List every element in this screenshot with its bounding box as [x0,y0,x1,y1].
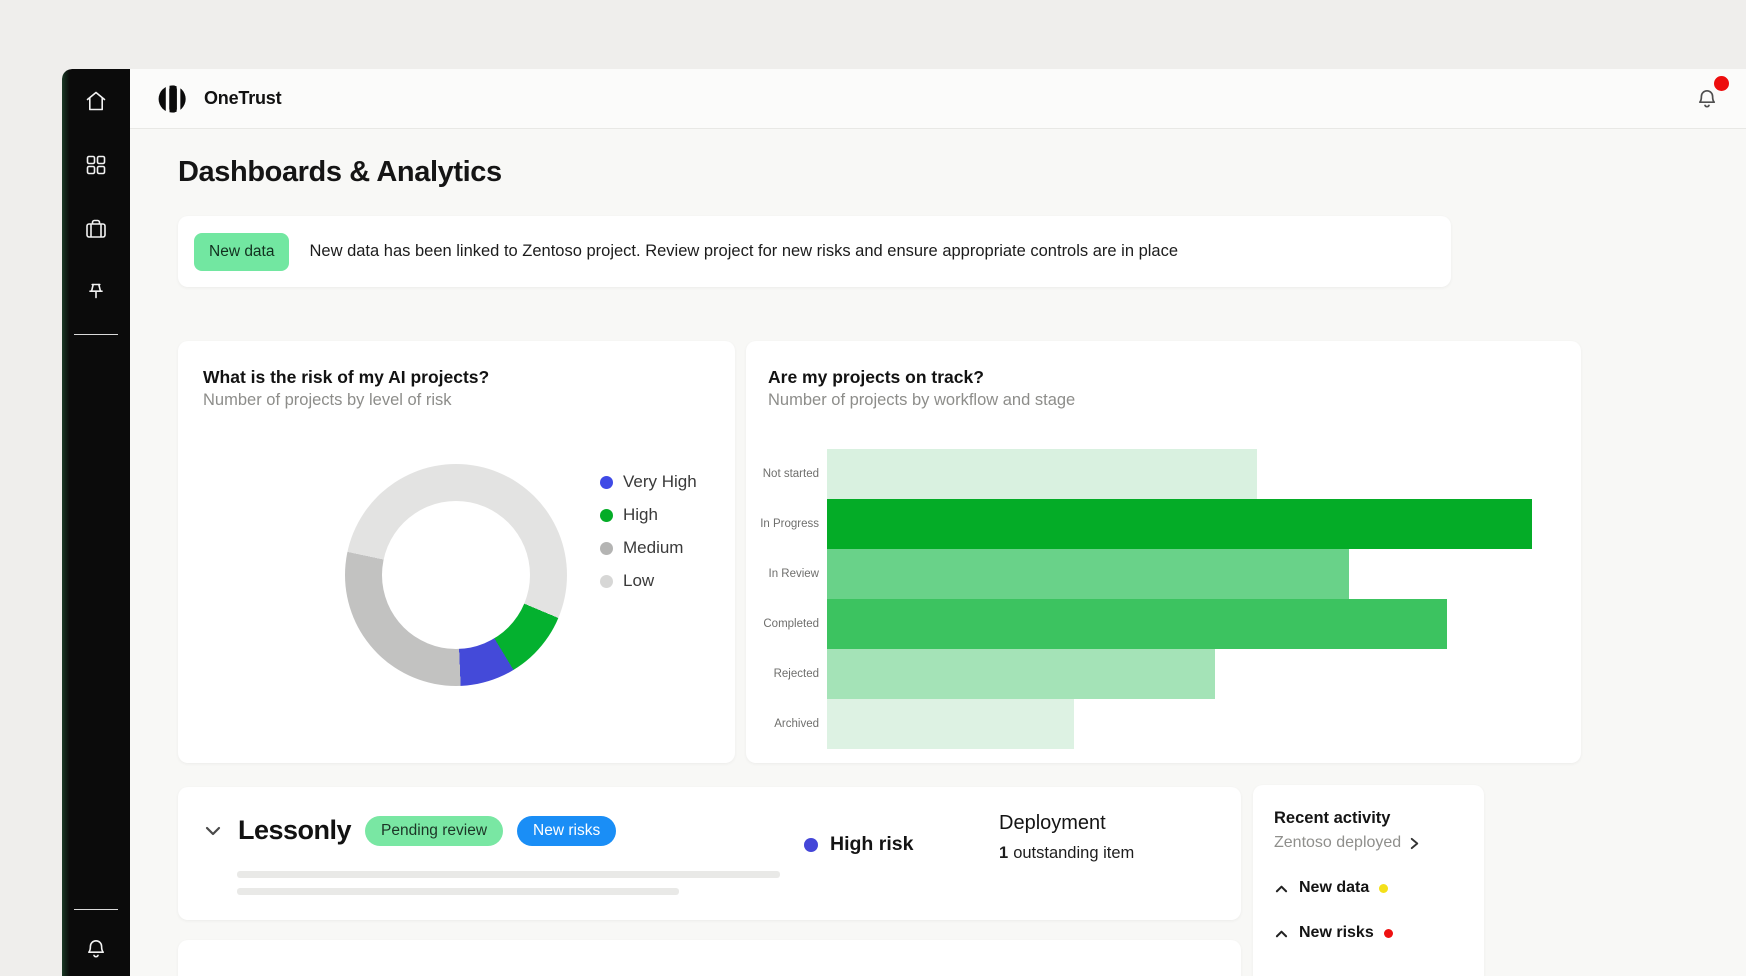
activity-row[interactable]: New risks [1274,924,1464,942]
outstanding-label: outstanding item [1013,844,1134,863]
new-data-banner: New data New data has been linked to Zen… [178,216,1451,287]
bar-fill [827,699,1074,749]
bar-category-label: In Progress [746,499,827,549]
sidebar-divider [74,334,118,335]
new-risks-badge: New risks [517,816,616,846]
workflow-chart-subtitle: Number of projects by workflow and stage [768,391,1075,410]
workflow-bars: Not startedIn ProgressIn ReviewCompleted… [746,449,1581,749]
onetrust-logo-icon [157,85,191,113]
bar-fill [827,449,1257,499]
legend-item: High [600,505,697,525]
bar-fill [827,549,1349,599]
activity-row-label: New risks [1299,924,1374,942]
sidebar-divider-bottom [74,909,118,910]
legend-dot [600,509,613,522]
bar-category-label: Archived [746,699,827,749]
bar-category-label: Completed [746,599,827,649]
legend-dot [600,476,613,489]
risk-flag: High risk [804,833,913,856]
outstanding-count: 1 [999,844,1008,863]
project-row: Lessonly Pending review New risks High r… [178,787,1241,920]
legend-item: Medium [600,538,697,558]
recent-activity-title: Recent activity [1274,809,1464,828]
legend-label: Very High [623,472,697,492]
bar-fill [827,499,1532,549]
legend-item: Very High [600,472,697,492]
activity-status-dot [1384,929,1393,938]
banner-message: New data has been linked to Zentoso proj… [309,242,1178,261]
pin-icon[interactable] [83,280,109,306]
workflow-chart-card: Are my projects on track? Number of proj… [746,341,1581,763]
activity-list: New data New risks [1274,879,1464,942]
top-header: OneTrust [130,69,1746,129]
risk-level-dot [804,838,818,852]
placeholder-line [237,888,679,895]
workflow-chart-title: Are my projects on track? [768,367,984,388]
risk-chart-subtitle: Number of projects by level of risk [203,391,452,410]
placeholder-line [237,871,780,878]
legend-dot [600,542,613,555]
activity-row[interactable]: New data [1274,879,1464,897]
bar-row: Rejected [746,649,1581,699]
risk-legend: Very High High Medium Low [600,472,697,591]
legend-label: Low [623,571,654,591]
legend-label: Medium [623,538,683,558]
bar-category-label: Rejected [746,649,827,699]
bar-row: Archived [746,699,1581,749]
bar-row: Completed [746,599,1581,649]
zentoso-deployed-link[interactable]: Zentoso deployed [1274,834,1464,852]
briefcase-icon[interactable] [83,216,109,242]
bar-row: Not started [746,449,1581,499]
brand: OneTrust [157,85,281,113]
bell-icon-sidebar[interactable] [83,936,109,962]
sidebar [62,69,130,976]
risk-chart-card: What is the risk of my AI projects? Numb… [178,341,735,763]
home-icon[interactable] [83,88,109,114]
risk-level-label: High risk [830,833,913,856]
bar-fill [827,649,1215,699]
bar-category-label: Not started [746,449,827,499]
apps-grid-icon[interactable] [83,152,109,178]
chevron-down-icon[interactable] [202,820,224,842]
notifications-bell[interactable] [1694,86,1720,112]
app-window: OneTrust Dashboards & Analytics New data… [62,69,1746,976]
legend-item: Low [600,571,697,591]
main-area: OneTrust Dashboards & Analytics New data… [130,69,1746,976]
caret-up-icon [1274,883,1289,894]
bar-fill [827,599,1447,649]
brand-name: OneTrust [204,88,281,109]
bar-row: In Progress [746,499,1581,549]
risk-chart-title: What is the risk of my AI projects? [203,367,489,388]
recent-activity-card: Recent activity Zentoso deployed New dat… [1253,785,1484,976]
notification-badge-dot [1714,76,1729,91]
new-data-badge: New data [194,233,289,271]
risk-donut [345,464,567,686]
bar-category-label: In Review [746,549,827,599]
chevron-right-icon [1408,836,1421,851]
stage-name: Deployment [999,812,1134,835]
legend-label: High [623,505,658,525]
legend-dot [600,575,613,588]
project-name[interactable]: Lessonly [238,815,351,846]
page-title: Dashboards & Analytics [178,156,502,189]
caret-up-icon [1274,928,1289,939]
pending-review-badge: Pending review [365,816,503,846]
next-project-card [178,940,1241,976]
stage-block: Deployment 1 outstanding item [999,812,1134,863]
activity-status-dot [1379,884,1388,893]
activity-row-label: New data [1299,879,1369,897]
bar-row: In Review [746,549,1581,599]
content: Dashboards & Analytics New data New data… [130,129,1746,976]
